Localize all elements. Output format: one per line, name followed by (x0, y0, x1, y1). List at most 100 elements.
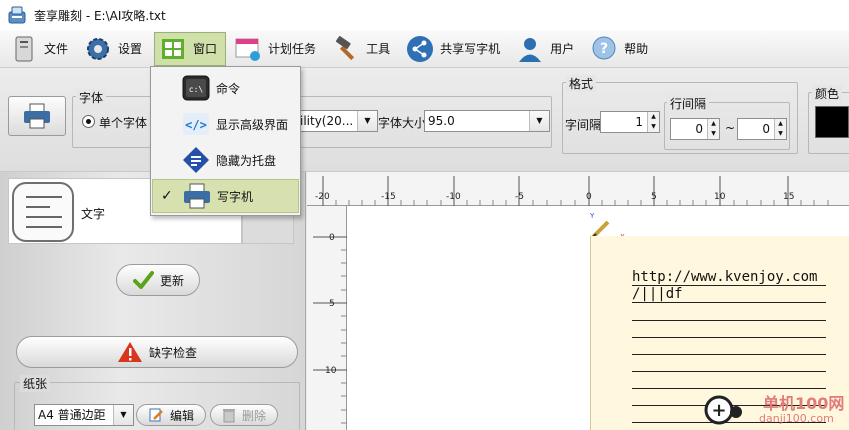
ruler-y-label: 10 (325, 366, 337, 376)
line-spacing-from-value: 0 (695, 122, 703, 136)
share-icon (406, 35, 434, 63)
svg-text:</>: </> (185, 118, 207, 132)
font-group-label: 字体 (76, 89, 107, 106)
paper-rule-line (632, 371, 826, 372)
menu-item-writer-label: 写字机 (217, 189, 254, 204)
window-title: 奎享雕刻 - E:\AI攻略.txt (34, 8, 166, 23)
watermark-logo-icon: + (704, 395, 742, 425)
calendar-icon (234, 35, 262, 63)
check-icon (132, 269, 154, 291)
checkmark-icon: ✓ (161, 188, 173, 204)
paper-rule-line (632, 302, 826, 303)
ruler-x-label: -20 (315, 192, 330, 202)
font-name-select[interactable]: ility(20... ▼ (296, 110, 378, 132)
print-button[interactable] (8, 96, 66, 136)
file-icon (10, 35, 38, 63)
horizontal-ruler: -20 -15 -10 -5 0 5 10 15 (307, 172, 849, 206)
toolbar: 字体 单个字体 ility(20... ▼ 字体大小 95.0 ▼ 格式 字间隔… (0, 68, 849, 172)
menu-tools-label: 工具 (366, 42, 391, 56)
chevron-down-icon[interactable]: ▼ (529, 111, 549, 131)
paper-select-value: A4 普通边距 (38, 408, 106, 422)
menu-item-hide-to-tray[interactable]: 隐藏为托盘 (152, 143, 299, 177)
menu-share-writer[interactable]: 共享写字机 (402, 32, 508, 66)
text-item-label: 文字 (81, 207, 106, 221)
ruler-x-label: 0 (586, 192, 592, 202)
delete-paper-label: 删除 (241, 408, 266, 423)
line-spacing-from-input[interactable]: 0 ▲ ▼ (670, 118, 720, 140)
paper-text-line: /|||df (632, 286, 683, 302)
svg-text:?: ? (600, 41, 608, 57)
menu-settings-label: 设置 (118, 42, 143, 56)
menu-item-writer[interactable]: ✓ 写字机 (152, 179, 299, 213)
color-swatch[interactable] (815, 106, 849, 138)
font-size-label: 字体大小 (378, 116, 427, 130)
menu-item-advanced-ui[interactable]: </> 显示高级界面 (152, 107, 299, 141)
menu-user-label: 用户 (550, 42, 575, 56)
svg-text:c:\: c:\ (189, 85, 204, 94)
update-button[interactable]: 更新 (116, 264, 200, 296)
watermark-site-url: danji100.com (759, 412, 834, 425)
single-font-radio[interactable] (82, 115, 95, 128)
spinner-arrows-icon[interactable]: ▲ ▼ (647, 112, 659, 132)
missing-char-check-button[interactable]: 缺字检查 (16, 336, 298, 368)
paper-rule-line (632, 337, 826, 338)
paper-select[interactable]: A4 普通边距 ▼ (34, 404, 134, 426)
edit-paper-label: 编辑 (169, 408, 194, 423)
chevron-down-icon[interactable]: ▼ (357, 111, 377, 131)
ruler-x-label: -10 (446, 192, 461, 202)
menu-bar: 文件 设置 窗口 计划任务 工具 共享写字机 用户 ? 帮助 (0, 30, 849, 68)
window-icon (159, 35, 187, 63)
menu-item-command-label: 命令 (216, 81, 241, 96)
warning-icon (117, 340, 143, 364)
menu-item-advanced-ui-label: 显示高级界面 (216, 117, 289, 132)
paper-group-label: 纸张 (20, 375, 51, 392)
font-size-value: 95.0 (428, 114, 455, 128)
edit-paper-button[interactable]: 编辑 (136, 404, 206, 426)
menu-item-command[interactable]: c:\ 命令 (152, 71, 299, 105)
font-size-select[interactable]: 95.0 ▼ (424, 110, 550, 132)
ruler-x-label: 15 (783, 192, 795, 202)
ruler-y-label: 5 (329, 299, 335, 309)
char-spacing-value: 1 (635, 115, 643, 129)
user-icon (516, 35, 544, 63)
trash-icon (222, 407, 236, 423)
menu-schedule[interactable]: 计划任务 (230, 32, 324, 66)
window-dropdown-menu: c:\ 命令 </> 显示高级界面 隐藏为托盘 ✓ 写字机 (150, 66, 301, 216)
menu-share-writer-label: 共享写字机 (440, 42, 501, 56)
menu-settings[interactable]: 设置 (80, 32, 150, 66)
title-bar: 奎享雕刻 - E:\AI攻略.txt (0, 0, 849, 30)
gear-icon (84, 35, 112, 63)
printer-icon (181, 182, 213, 210)
ruler-x-label: -5 (515, 192, 524, 202)
line-spacing-label: 行间隔 (667, 95, 710, 112)
color-group-label: 颜色 (812, 85, 843, 102)
font-name-value: ility(20... (300, 114, 354, 128)
paper-rule-line (632, 285, 826, 286)
printer-icon (24, 103, 50, 129)
menu-user[interactable]: 用户 (512, 32, 582, 66)
paper-rule-line (632, 354, 826, 355)
terminal-icon: c:\ (180, 74, 212, 102)
delete-paper-button[interactable]: 删除 (210, 404, 278, 426)
char-spacing-label: 字间隔 (565, 118, 602, 132)
app-logo-icon (8, 6, 26, 24)
spinner-arrows-icon[interactable]: ▲ ▼ (707, 119, 719, 139)
update-button-label: 更新 (159, 273, 184, 288)
chevron-down-icon[interactable]: ▼ (113, 405, 133, 425)
menu-window[interactable]: 窗口 (154, 31, 227, 66)
menu-tools[interactable]: 工具 (328, 32, 398, 66)
ruler-x-label: 5 (651, 192, 657, 202)
line-spacing-separator: ~ (725, 121, 736, 135)
menu-file[interactable]: 文件 (6, 32, 76, 66)
menu-help[interactable]: ? 帮助 (586, 32, 656, 66)
char-spacing-input[interactable]: 1 ▲ ▼ (600, 111, 660, 133)
spinner-arrows-icon[interactable]: ▲ ▼ (774, 119, 786, 139)
line-spacing-to-value: 0 (762, 122, 770, 136)
line-spacing-to-input[interactable]: 0 ▲ ▼ (737, 118, 787, 140)
missing-char-check-label: 缺字检查 (148, 345, 197, 360)
paper-rule-line (632, 320, 826, 321)
ruler-x-label: 10 (714, 192, 726, 202)
menu-item-hide-to-tray-label: 隐藏为托盘 (216, 153, 277, 168)
tray-icon (180, 146, 212, 174)
help-icon: ? (590, 35, 618, 63)
